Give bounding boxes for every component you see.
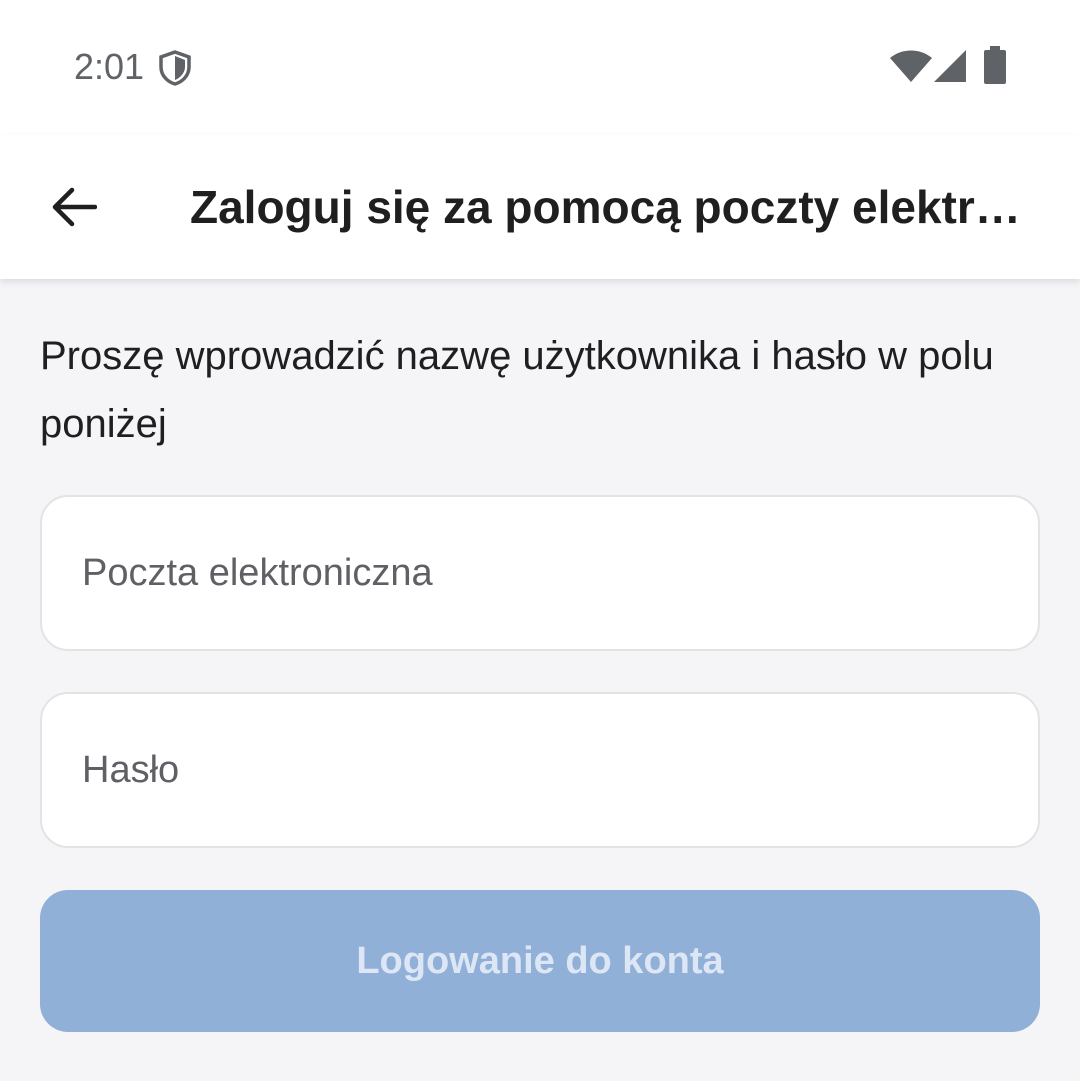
email-field-container (40, 495, 1040, 651)
app-bar: Zaloguj się za pomocą poczty elektro... (0, 135, 1080, 279)
email-field[interactable] (42, 497, 1038, 649)
login-button[interactable]: Logowanie do konta (40, 890, 1040, 1032)
signal-icon (934, 50, 966, 82)
status-bar: 2:01 (0, 0, 1080, 135)
instructions-text: Proszę wprowadzić nazwę użytkownika i ha… (40, 334, 994, 446)
arrow-left-icon (52, 187, 97, 227)
password-field[interactable] (42, 694, 1038, 846)
shield-icon (159, 50, 191, 86)
password-field-container (40, 692, 1040, 848)
back-button[interactable] (36, 171, 112, 243)
status-time: 2:01 (74, 46, 145, 87)
page-title: Zaloguj się za pomocą poczty elektro... (190, 181, 1040, 233)
wifi-icon (890, 50, 932, 82)
battery-icon (984, 46, 1006, 84)
